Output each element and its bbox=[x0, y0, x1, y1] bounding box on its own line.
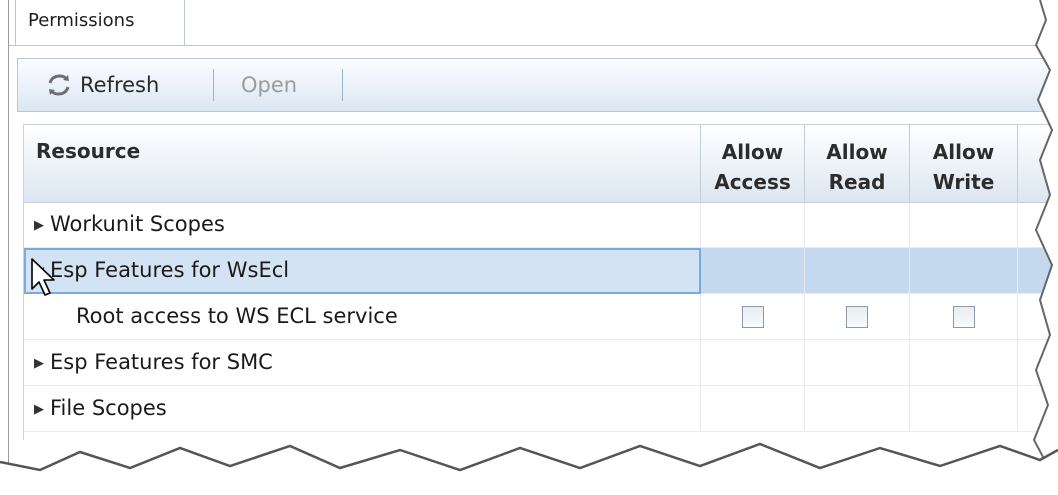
column-header-line: Write bbox=[932, 170, 995, 194]
toolbar-separator bbox=[342, 69, 343, 101]
cell bbox=[910, 248, 1018, 294]
column-header-allow-access[interactable]: Allow Access bbox=[701, 125, 805, 202]
row-label: File Scopes bbox=[50, 396, 167, 420]
cell bbox=[910, 386, 1018, 432]
resource-cell: Root access to WS ECL service bbox=[24, 294, 701, 340]
row-label: Root access to WS ECL service bbox=[76, 304, 398, 328]
permissions-grid: Resource Allow Access Allow Read Allow W… bbox=[23, 124, 1058, 440]
mouse-pointer-icon bbox=[31, 258, 55, 296]
row-label: Esp Features for SMC bbox=[50, 350, 273, 374]
cell bbox=[701, 202, 805, 248]
tab-permissions[interactable]: Permissions bbox=[15, 0, 185, 45]
tree-row[interactable]: Root access to WS ECL service bbox=[24, 294, 1058, 340]
column-header-resource[interactable]: Resource bbox=[24, 125, 701, 202]
tree-row[interactable]: ▶ Workunit Scopes bbox=[24, 202, 1058, 248]
column-header-allow-write[interactable]: Allow Write bbox=[910, 125, 1018, 202]
cell bbox=[701, 340, 805, 386]
permissions-panel: Permissions Refresh Open Resource Allow … bbox=[8, 0, 1058, 495]
tree-row[interactable]: ◢Esp Features for WsEcl bbox=[24, 248, 1058, 294]
cell bbox=[805, 248, 910, 294]
cell bbox=[701, 294, 805, 340]
resource-cell: ▶ Workunit Scopes bbox=[24, 202, 701, 248]
column-header-line: Allow bbox=[932, 140, 995, 164]
expand-arrow-icon[interactable]: ▶ bbox=[34, 342, 50, 386]
cell bbox=[701, 248, 805, 294]
tab-bar: Permissions bbox=[9, 0, 1057, 46]
grid-header: Resource Allow Access Allow Read Allow W… bbox=[24, 125, 1058, 203]
row-label: Workunit Scopes bbox=[50, 212, 225, 236]
tree-row[interactable]: ▶ File Scopes bbox=[24, 386, 1058, 432]
refresh-icon[interactable] bbox=[46, 73, 72, 97]
column-header-allow-read[interactable]: Allow Read bbox=[805, 125, 910, 202]
resource-cell: ▶ Esp Features for SMC bbox=[24, 340, 701, 386]
cell bbox=[701, 386, 805, 432]
cell bbox=[910, 202, 1018, 248]
cell bbox=[805, 294, 910, 340]
column-header-line: Read bbox=[828, 170, 886, 194]
cell bbox=[805, 340, 910, 386]
column-header-line: Access bbox=[714, 170, 791, 194]
column-header-line: Allow bbox=[826, 140, 888, 164]
cell bbox=[805, 202, 910, 248]
expand-arrow-icon[interactable]: ▶ bbox=[34, 204, 50, 248]
cell bbox=[805, 386, 910, 432]
allow-access-checkbox[interactable] bbox=[741, 306, 764, 328]
tree-row[interactable]: ▶ Esp Features for SMC bbox=[24, 340, 1058, 386]
toolbar: Refresh Open bbox=[17, 58, 1057, 112]
allow-read-checkbox[interactable] bbox=[846, 306, 868, 328]
refresh-button[interactable]: Refresh bbox=[80, 59, 159, 111]
allow-write-checkbox[interactable] bbox=[952, 306, 975, 328]
resource-cell: ▶ File Scopes bbox=[24, 386, 701, 432]
row-label: Esp Features for WsEcl bbox=[50, 258, 290, 282]
column-header-line: Allow bbox=[721, 140, 784, 164]
toolbar-separator bbox=[213, 69, 214, 101]
cell bbox=[910, 340, 1018, 386]
cell bbox=[910, 294, 1018, 340]
resource-cell: ◢Esp Features for WsEcl bbox=[24, 248, 701, 294]
open-button[interactable]: Open bbox=[241, 59, 297, 111]
expand-arrow-icon[interactable]: ▶ bbox=[34, 388, 50, 432]
